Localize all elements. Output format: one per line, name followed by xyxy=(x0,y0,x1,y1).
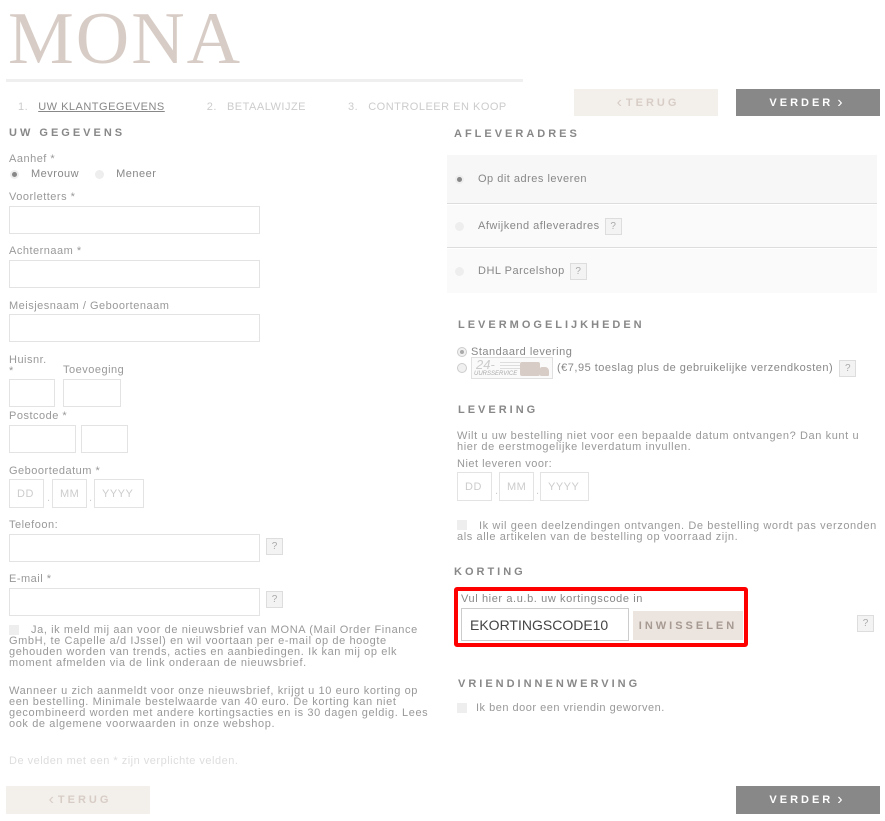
telefoon-input[interactable] xyxy=(9,534,260,562)
email-label: E-mail * xyxy=(9,573,52,585)
radio-express-delivery[interactable] xyxy=(457,363,467,373)
radio-address-dhl[interactable] xyxy=(455,266,464,276)
delivery-month-input[interactable]: MM xyxy=(499,472,534,501)
postcode-letters-input[interactable] xyxy=(81,425,128,453)
next-button-bottom[interactable]: VERDER › xyxy=(736,786,880,814)
radio-standard-delivery[interactable] xyxy=(457,347,467,357)
help-icon-dhl[interactable]: ? xyxy=(569,262,587,280)
vriendin-option[interactable]: Ik ben door een vriendin geworven. xyxy=(457,702,665,714)
birth-day-input[interactable]: DD xyxy=(9,479,44,508)
radio-address-default[interactable] xyxy=(455,174,464,184)
postcode-digits-input[interactable] xyxy=(9,425,76,453)
huisnr-required: * xyxy=(9,365,14,377)
newsletter-text: Ja, ik meld mij aan voor de nieuwsbrief … xyxy=(9,624,418,669)
chevron-right-icon: › xyxy=(837,93,843,111)
aanhef-label: Aanhef * xyxy=(9,153,56,165)
postcode-label: Postcode * xyxy=(9,410,68,422)
discount-code-input[interactable]: EKORTINGSCODE10 xyxy=(461,608,629,641)
checkout-steps: 1. UW KLANTGEGEVENS 2. BETAALWIJZE 3. CONTR… xyxy=(18,101,549,113)
back-button-top[interactable]: ‹ TERUG xyxy=(574,89,718,116)
section-title-vriendinnenwerving: VRIENDINNENWERVING xyxy=(458,678,641,690)
mona-logo[interactable]: MONA xyxy=(8,2,242,76)
radio-mevrouw[interactable] xyxy=(10,169,19,179)
section-title-levering: LEVERING xyxy=(458,404,539,416)
section-title-levermogelijkheden: LEVERMOGELIJKHEDEN xyxy=(458,319,645,331)
step-klantgegevens[interactable]: 1. UW KLANTGEGEVENS xyxy=(18,101,165,113)
telefoon-label: Telefoon: xyxy=(9,519,59,531)
voorletters-input[interactable] xyxy=(9,206,260,234)
chevron-left-icon: ‹ xyxy=(616,93,622,111)
address-option-default[interactable]: Op dit adres leveren xyxy=(447,155,877,204)
address-option-alternative[interactable]: Afwijkend afleveradres ? xyxy=(447,205,877,248)
date-separator: . xyxy=(47,492,51,504)
achternaam-input[interactable] xyxy=(9,260,260,288)
geboortedatum-label: Geboortedatum * xyxy=(9,465,101,477)
achternaam-label: Achternaam * xyxy=(9,245,82,257)
section-title-afleveradres: AFLEVERADRES xyxy=(454,128,580,140)
meisjesnaam-label: Meisjesnaam / Geboortenaam xyxy=(9,300,170,312)
birth-year-input[interactable]: YYYY xyxy=(94,479,144,508)
truck-24h-icon: 24- UURSSERVICE xyxy=(471,357,553,379)
help-icon-korting[interactable]: ? xyxy=(857,615,874,632)
birth-month-input[interactable]: MM xyxy=(52,479,87,508)
help-icon-afwijkend[interactable]: ? xyxy=(604,217,622,235)
aanhef-options: Mevrouw Meneer xyxy=(10,168,156,180)
discount-highlight-box: Vul hier a.u.b. uw kortingscode in EKORT… xyxy=(454,587,748,647)
deelzending-text: Ik wil geen deelzendingen ontvangen. De … xyxy=(457,520,877,543)
huisnr-label: Huisnr. xyxy=(9,354,47,366)
delivery-express-option[interactable]: 24- UURSSERVICE (€7,95 toeslag plus de g… xyxy=(457,357,857,379)
redeem-button[interactable]: INWISSELEN xyxy=(633,611,743,640)
address-option-dhl[interactable]: DHL Parcelshop ? xyxy=(447,249,877,293)
radio-address-alternative[interactable] xyxy=(455,221,464,231)
vriendin-checkbox[interactable] xyxy=(457,703,467,713)
voorletters-label: Voorletters * xyxy=(9,191,76,203)
section-title-gegevens: UW GEGEVENS xyxy=(9,127,126,139)
meisjesnaam-input[interactable] xyxy=(9,314,260,342)
chevron-right-icon: › xyxy=(837,791,843,808)
toevoeging-input[interactable] xyxy=(63,379,121,407)
next-button-top[interactable]: VERDER › xyxy=(736,89,880,116)
delivery-year-input[interactable]: YYYY xyxy=(540,472,589,501)
header-divider xyxy=(6,79,523,82)
back-button-bottom[interactable]: ‹ TERUG xyxy=(6,786,150,814)
help-icon-email[interactable]: ? xyxy=(266,591,283,608)
step-betaalwijze: 2. BETAALWIJZE xyxy=(206,101,306,113)
required-note: De velden met een * zijn verplichte veld… xyxy=(9,755,239,767)
toevoeging-label: Toevoeging xyxy=(63,364,125,376)
chevron-left-icon: ‹ xyxy=(48,791,54,808)
korting-label: Vul hier a.u.b. uw kortingscode in xyxy=(461,593,644,605)
step-controleer: 3. CONTROLEER EN KOOP xyxy=(348,101,507,113)
huisnr-input[interactable] xyxy=(9,379,55,407)
date-separator: . xyxy=(89,492,93,504)
delivery-day-input[interactable]: DD xyxy=(457,472,492,501)
radio-meneer[interactable] xyxy=(95,169,105,179)
section-title-korting: KORTING xyxy=(454,566,526,578)
help-icon-telefoon[interactable]: ? xyxy=(266,538,283,555)
email-input[interactable] xyxy=(9,588,260,616)
newsletter-info: Wanneer u zich aanmeldt voor onze nieuws… xyxy=(9,685,429,730)
help-icon-express[interactable]: ? xyxy=(839,359,857,377)
niet-leveren-label: Niet leveren voor: xyxy=(457,458,553,470)
levering-text: Wilt u uw bestelling niet voor een bepaa… xyxy=(457,430,860,453)
